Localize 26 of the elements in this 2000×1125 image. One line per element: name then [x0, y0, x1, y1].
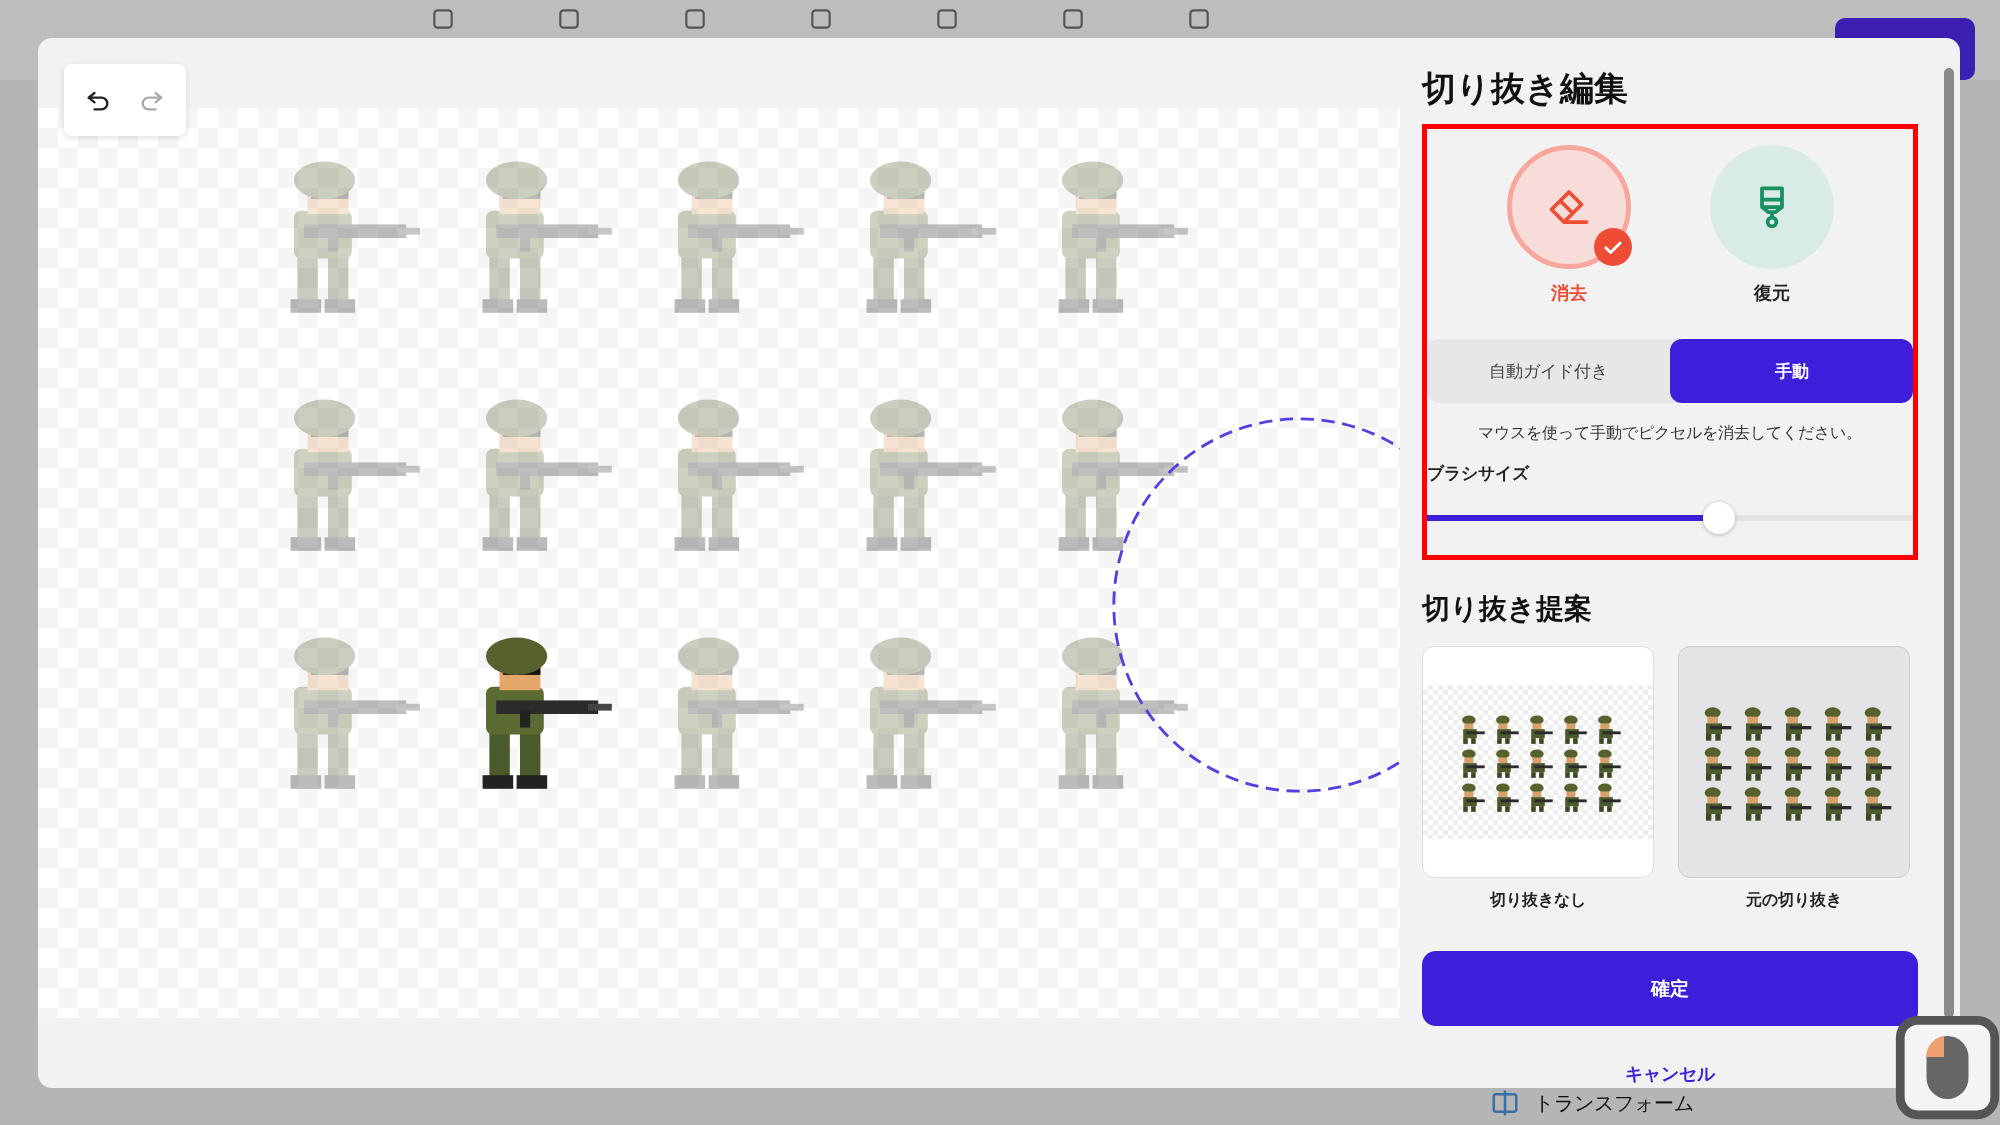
- mode-tab[interactable]: 手動: [1670, 339, 1913, 403]
- hint-text: マウスを使って手動でピクセルを消去してください。: [1477, 423, 1863, 444]
- panel-layout-icon: [1490, 1088, 1520, 1118]
- suggestion-label: 元の切り抜き: [1746, 890, 1842, 911]
- toolbar-icon[interactable]: [682, 6, 708, 32]
- mode-tab[interactable]: 自動ガイド付き: [1427, 339, 1670, 403]
- cancel-link[interactable]: キャンセル: [1625, 1062, 1715, 1086]
- menu-item[interactable]: トランスフォーム: [1534, 1089, 1694, 1117]
- scrollbar-thumb[interactable]: [1944, 68, 1954, 1018]
- toolbar-icon[interactable]: [1060, 6, 1086, 32]
- section-title: 切り抜き提案: [1422, 591, 1593, 627]
- confirm-button[interactable]: 確定: [1422, 951, 1918, 1026]
- suggestion-card[interactable]: [1678, 646, 1910, 878]
- toolbar-icon[interactable]: [1186, 6, 1212, 32]
- suggestion-card[interactable]: [1422, 646, 1654, 878]
- slider-thumb[interactable]: [1702, 502, 1735, 534]
- toolbar-icon[interactable]: [556, 6, 582, 32]
- toolbar-icon[interactable]: [430, 6, 456, 32]
- toolbar-icon[interactable]: [934, 6, 960, 32]
- tool-label: 復元: [1753, 281, 1790, 305]
- toolbar-icon[interactable]: [808, 6, 834, 32]
- check-icon: [1593, 228, 1632, 266]
- suggestion-label: 切り抜きなし: [1490, 890, 1586, 911]
- tool-label: 消去: [1550, 281, 1587, 305]
- slider-label: ブラシサイズ: [1427, 462, 1531, 485]
- panel-title: 切り抜き編集: [1422, 67, 1629, 110]
